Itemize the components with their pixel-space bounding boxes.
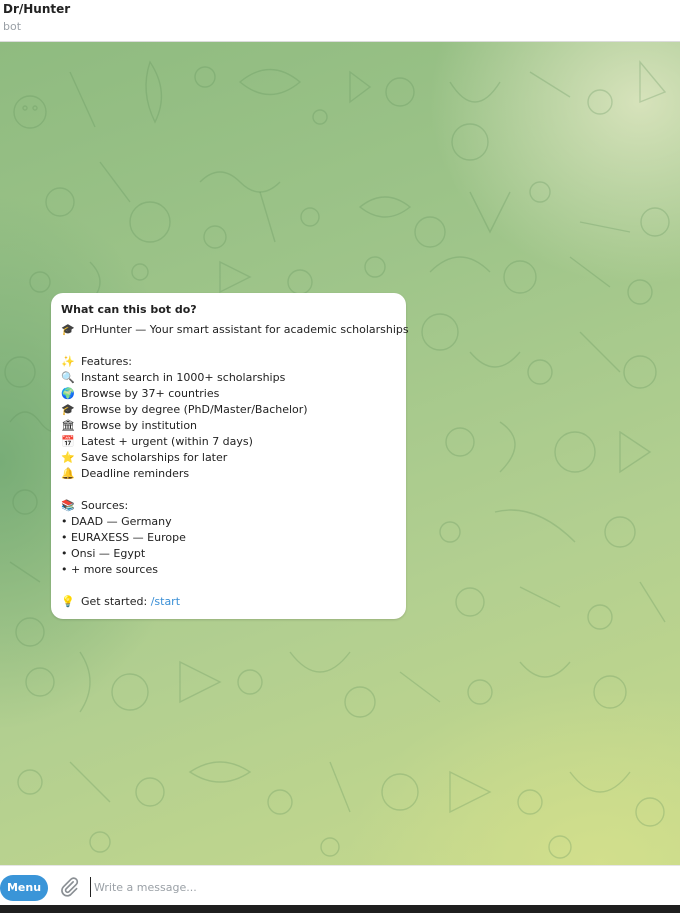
get-started-text: Get started: <box>81 595 148 608</box>
feature-text: Instant search in 1000+ scholarships <box>81 371 286 384</box>
chat-title: Dr/Hunter <box>3 2 71 16</box>
graduation-cap-icon: 🎓 <box>61 323 75 336</box>
features-header: ✨ Features: <box>61 354 397 370</box>
source-item: • Onsi — Egypt <box>61 547 146 560</box>
light-bulb-icon: 💡 <box>61 595 75 608</box>
feature-text: Browse by degree (PhD/Master/Bachelor) <box>81 403 308 416</box>
institution-icon: 🏛 <box>61 419 75 432</box>
sparkles-icon: ✨ <box>61 355 75 368</box>
feature-item: 🔍 Instant search in 1000+ scholarships <box>61 370 397 386</box>
feature-text: Save scholarships for later <box>81 451 228 464</box>
globe-icon: 🌍 <box>61 387 75 400</box>
sources-header: 📚 Sources: <box>61 498 397 514</box>
source-item: • DAAD — Germany <box>61 515 172 528</box>
feature-item: 📅 Latest + urgent (within 7 days) <box>61 434 397 450</box>
paperclip-icon[interactable] <box>58 875 80 897</box>
message-composer: Menu <box>0 865 680 905</box>
star-icon: ⭐ <box>61 451 75 464</box>
menu-button[interactable]: Menu <box>0 875 48 901</box>
feature-item: 🌍 Browse by 37+ countries <box>61 386 397 402</box>
feature-text: Browse by institution <box>81 419 198 432</box>
feature-item: 🏛 Browse by institution <box>61 418 397 434</box>
message-input[interactable] <box>90 877 650 897</box>
feature-text: Deadline reminders <box>81 467 190 480</box>
chat-area[interactable]: What can this bot do? 🎓 DrHunter — Your s… <box>0 42 680 865</box>
start-command-link[interactable]: /start <box>151 595 180 608</box>
source-item: • EURAXESS — Europe <box>61 531 186 544</box>
feature-text: Browse by 37+ countries <box>81 387 220 400</box>
feature-item: ⭐ Save scholarships for later <box>61 450 397 466</box>
card-title: What can this bot do? <box>61 303 197 316</box>
intro-text: DrHunter — Your smart assistant for acad… <box>81 323 409 336</box>
sources-header-text: Sources: <box>81 499 129 512</box>
books-icon: 📚 <box>61 499 75 512</box>
feature-text: Latest + urgent (within 7 days) <box>81 435 253 448</box>
chat-subtitle: bot <box>3 20 22 33</box>
get-started-line: 💡 Get started: /start <box>61 594 397 610</box>
feature-item: 🔔 Deadline reminders <box>61 466 397 482</box>
graduation-cap-icon: 🎓 <box>61 403 75 416</box>
bottom-strip <box>0 905 680 913</box>
feature-item: 🎓 Browse by degree (PhD/Master/Bachelor) <box>61 402 397 418</box>
source-item: • + more sources <box>61 563 158 576</box>
chat-header[interactable]: Dr/Hunter bot <box>0 0 680 42</box>
intro-line: 🎓 DrHunter — Your smart assistant for aca… <box>61 322 409 338</box>
calendar-icon: 📅 <box>61 435 75 448</box>
magnifier-icon: 🔍 <box>61 371 75 384</box>
bell-icon: 🔔 <box>61 467 75 480</box>
features-header-text: Features: <box>81 355 133 368</box>
bot-description-card: What can this bot do? 🎓 DrHunter — Your s… <box>51 293 409 619</box>
